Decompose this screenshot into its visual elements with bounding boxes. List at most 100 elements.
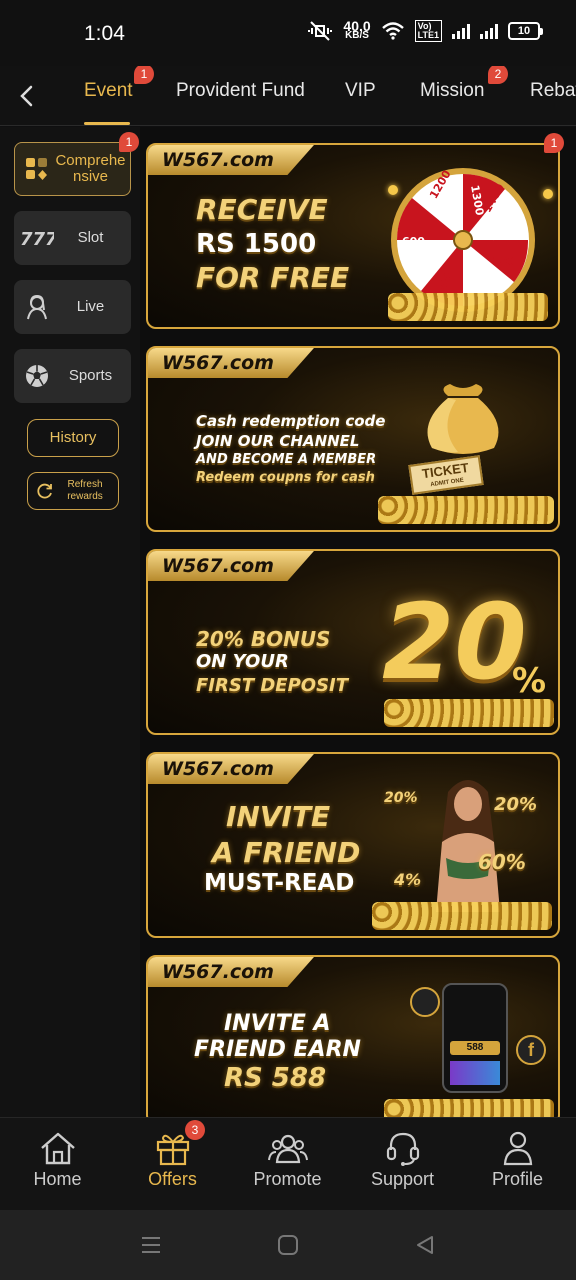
- nav-label: Profile: [491, 1169, 544, 1189]
- nav-label: Promote: [253, 1169, 322, 1189]
- sidebar-comprehensive-badge: 1: [119, 132, 139, 152]
- promotions-list: W567.com RECEIVE RS 1500 FOR FREE 1200 1…: [140, 127, 576, 1117]
- banner-line2: JOIN OUR CHANNEL: [196, 432, 360, 450]
- nav-label: Offers: [148, 1169, 197, 1189]
- recents-icon[interactable]: [140, 1234, 162, 1256]
- svg-text:777: 777: [20, 229, 54, 250]
- history-button[interactable]: History: [27, 419, 119, 457]
- sidebar-item-label: Slot: [77, 229, 104, 246]
- percent-label: 60%: [478, 850, 526, 874]
- banner-line1: INVITE: [226, 800, 331, 833]
- sidebar-item-live[interactable]: Live: [14, 280, 131, 334]
- nav-offers[interactable]: 3 Offers: [115, 1118, 230, 1211]
- refresh-label-line2: rewards: [67, 491, 103, 502]
- sidebar-item-comprehensive[interactable]: Comprehe nsive: [14, 142, 131, 196]
- home-square-icon[interactable]: [277, 1234, 299, 1256]
- percent-label: 20%: [494, 794, 538, 815]
- promo-banner-invite-earn[interactable]: W567.com INVITE A FRIEND EARN RS 588 588…: [146, 955, 560, 1117]
- ticket-image: TICKET ADMIT ONE: [408, 455, 484, 495]
- banner-line1: RECEIVE: [196, 193, 328, 226]
- refresh-rewards-button[interactable]: Refresh rewards: [27, 472, 119, 510]
- promo-badge: 1: [544, 133, 564, 153]
- coin-pile-image: [384, 1099, 554, 1117]
- banner-line1: INVITE A: [224, 1011, 331, 1036]
- tab-mission[interactable]: Mission: [420, 80, 484, 102]
- percent-label: 4%: [394, 870, 422, 889]
- back-arrow-icon[interactable]: [16, 82, 38, 110]
- banner-line1: Cash redemption code: [196, 412, 386, 430]
- top-tab-bar: Event 1 Provident Fund VIP Mission 2 Reb…: [0, 66, 576, 126]
- volte-badge: Vo) LTE1: [414, 20, 442, 42]
- telegram-icon: [410, 987, 440, 1017]
- refresh-icon: [37, 483, 52, 499]
- facebook-icon: f: [516, 1035, 546, 1065]
- sidebar-item-label: Sports: [68, 367, 113, 384]
- sparkle: [388, 185, 398, 195]
- banner-line2: ON YOUR: [196, 651, 289, 672]
- sidebar-item-label: Comprehe nsive: [55, 152, 126, 185]
- promo-banner-redemption-code[interactable]: W567.com Cash redemption code JOIN OUR C…: [146, 346, 560, 532]
- active-tab-indicator: [84, 122, 130, 125]
- banner-line2: RS 1500: [196, 229, 317, 259]
- nav-home[interactable]: Home: [0, 1118, 115, 1211]
- back-triangle-icon[interactable]: [414, 1234, 436, 1256]
- brand-logo: W567.com: [148, 551, 314, 581]
- tab-rebate[interactable]: Rebat: [530, 80, 576, 102]
- offers-badge: 3: [185, 1120, 205, 1140]
- signal-1-icon: [452, 23, 470, 39]
- sidebar-item-sports[interactable]: Sports: [14, 349, 131, 403]
- status-time: 1:04: [84, 22, 125, 45]
- tab-vip[interactable]: VIP: [345, 80, 376, 102]
- sidebar-item-label: Live: [76, 298, 105, 315]
- system-nav-bar: [0, 1210, 576, 1280]
- nav-support[interactable]: Support: [345, 1118, 460, 1211]
- slot-777-icon: 777: [20, 229, 54, 250]
- percent-label: 20%: [384, 790, 418, 806]
- model-image: [436, 780, 500, 912]
- nav-profile[interactable]: Profile: [460, 1118, 575, 1211]
- soccer-ball-icon: [26, 365, 48, 387]
- nav-promote[interactable]: Promote: [230, 1118, 345, 1211]
- home-icon: [41, 1132, 75, 1165]
- nav-label: Home: [33, 1169, 82, 1189]
- battery-icon: 10: [508, 22, 543, 40]
- promo-banner-first-deposit[interactable]: W567.com 20% BONUS ON YOUR FIRST DEPOSIT…: [146, 549, 560, 735]
- banner-line3: FOR FREE: [196, 261, 350, 294]
- promo-banner-receive-1500[interactable]: W567.com RECEIVE RS 1500 FOR FREE 1200 1…: [146, 143, 560, 329]
- status-icons: 40.0 KB/S Vo) LTE1 10: [307, 19, 543, 42]
- person-icon: [503, 1131, 533, 1166]
- coin-pile-image: [388, 293, 548, 321]
- bottom-nav-bar: Home 3 Offers Promote Support Profile: [0, 1117, 576, 1210]
- banner-line3: FIRST DEPOSIT: [196, 675, 349, 696]
- banner-line3: RS 588: [224, 1063, 327, 1093]
- tab-provident-fund[interactable]: Provident Fund: [176, 80, 305, 102]
- brand-logo: W567.com: [148, 754, 314, 784]
- nav-label: Support: [370, 1169, 435, 1189]
- banner-line2: A FRIEND: [212, 836, 361, 869]
- coin-pile-image: [372, 902, 552, 930]
- wheel-label: 100: [492, 255, 515, 268]
- status-bar: 1:04 40.0 KB/S Vo) LTE1 10: [0, 0, 576, 66]
- headset-icon: [386, 1132, 420, 1166]
- banner-line3: MUST-READ: [204, 870, 355, 896]
- wheel-label: 600: [402, 235, 425, 248]
- signal-2-icon: [480, 23, 498, 39]
- coin-pile-image: [378, 496, 554, 524]
- sidebar-item-slot[interactable]: 777 Slot: [14, 211, 131, 265]
- banner-line1: 20% BONUS: [196, 627, 331, 651]
- banner-line3: AND BECOME A MEMBER: [196, 452, 377, 467]
- big-20-text: 20: [382, 581, 527, 703]
- grid-icon: [26, 158, 47, 180]
- money-bag-image: [427, 384, 499, 454]
- vibrate-mute-icon: [308, 21, 333, 41]
- refresh-label-line1: Refresh: [67, 479, 103, 490]
- brand-logo: W567.com: [148, 145, 314, 175]
- coin-pile-image: [384, 699, 554, 727]
- brand-logo: W567.com: [148, 957, 314, 987]
- promo-banner-invite-friend[interactable]: W567.com INVITE A FRIEND MUST-READ 20% 2…: [146, 752, 560, 938]
- wifi-icon: [381, 22, 404, 40]
- tab-mission-badge: 2: [488, 66, 508, 84]
- tab-event[interactable]: Event: [84, 80, 133, 102]
- dealer-icon: [27, 294, 47, 320]
- category-sidebar: Comprehe nsive 1 777 Slot Live Sports Hi…: [0, 127, 140, 1117]
